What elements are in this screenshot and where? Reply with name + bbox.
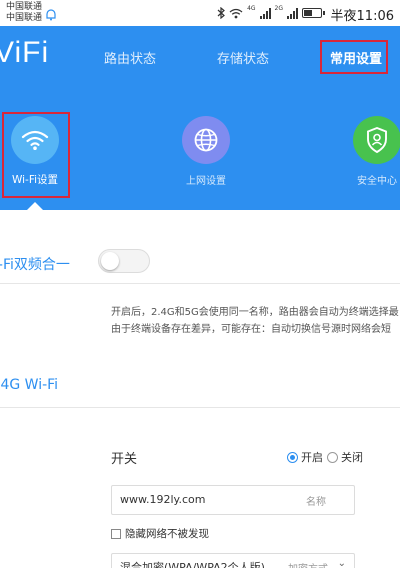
network-2g-label: 2G	[274, 5, 283, 12]
hotspot-icon	[46, 9, 56, 21]
quick-item-security-center[interactable]: 安全中心	[337, 116, 400, 187]
status-icons: 4G 2G	[217, 5, 325, 20]
globe-icon-circle	[182, 116, 230, 164]
radio-label: 开启	[301, 451, 323, 464]
dual-band-toggle[interactable]	[98, 249, 150, 273]
battery-icon	[302, 8, 325, 18]
quick-item-label: 上网设置	[186, 176, 226, 187]
bluetooth-icon	[217, 7, 225, 19]
cell-signal-icon	[259, 7, 271, 19]
dual-band-label: i-Fi双频合一	[0, 257, 70, 273]
switch-radio-group: 开启 关闭	[287, 449, 367, 465]
status-bar: 中国联通 中国联通 4G 2G 半夜11:06	[0, 0, 400, 26]
cell-signal-2-icon	[287, 7, 298, 19]
radio-option-off[interactable]: 关闭	[327, 449, 363, 465]
quick-item-label: 安全中心	[357, 176, 397, 187]
radio-label: 关闭	[341, 451, 363, 464]
encryption-hint: 加密方式	[288, 560, 328, 568]
switch-label: 开关	[111, 452, 138, 467]
active-pointer	[27, 202, 43, 210]
shield-icon-circle	[353, 116, 400, 164]
chevron-down-icon: ⌄	[337, 558, 346, 568]
section-title-24g: .4G Wi-Fi	[0, 377, 59, 393]
quick-item-internet-settings[interactable]: 上网设置	[166, 116, 246, 187]
highlight-box-tab	[320, 40, 388, 74]
tab-storage-status[interactable]: 存储状态	[217, 48, 269, 67]
encryption-value: 混合加密(WPA/WPA2个人版)	[120, 561, 265, 568]
description-line-2: 由于终端设备存在差异，可能存在：自动切换信号源时网络会短	[111, 324, 391, 335]
brand-logo: ViFi	[0, 36, 50, 69]
highlight-box-wifi	[2, 112, 70, 198]
wifi-signal-icon	[229, 8, 243, 18]
toggle-knob	[101, 252, 119, 270]
tab-router-status[interactable]: 路由状态	[104, 48, 156, 67]
radio-off-icon	[327, 451, 338, 463]
encryption-select[interactable]: 混合加密(WPA/WPA2个人版) 加密方式 ⌄	[111, 553, 355, 568]
shield-user-icon	[367, 126, 387, 154]
hide-network-checkbox[interactable]	[111, 528, 121, 539]
ssid-value: www.192ly.com	[120, 493, 206, 506]
radio-on-icon	[287, 451, 298, 463]
carrier-name-2: 中国联通	[6, 13, 43, 23]
hide-network-option[interactable]: 隐藏网络不被发现	[111, 526, 209, 541]
radio-option-on[interactable]: 开启	[287, 449, 323, 465]
hide-network-label: 隐藏网络不被发现	[125, 528, 209, 540]
divider	[0, 407, 400, 408]
network-4g-label: 4G	[247, 5, 256, 12]
app-header: ViFi 路由状态 存储状态 常用设置 Wi-Fi设置 上网设置 安全中心	[0, 26, 400, 210]
ssid-input[interactable]: www.192ly.com 名称	[111, 485, 355, 515]
carrier-name-1: 中国联通	[6, 2, 43, 12]
ssid-hint: 名称	[306, 497, 326, 508]
globe-icon	[194, 128, 218, 152]
description-line-1: 开启后，2.4G和5G会使用同一名称，路由器会自动为终端选择最	[111, 307, 399, 318]
status-clock: 半夜11:06	[330, 9, 394, 24]
divider	[0, 283, 400, 284]
